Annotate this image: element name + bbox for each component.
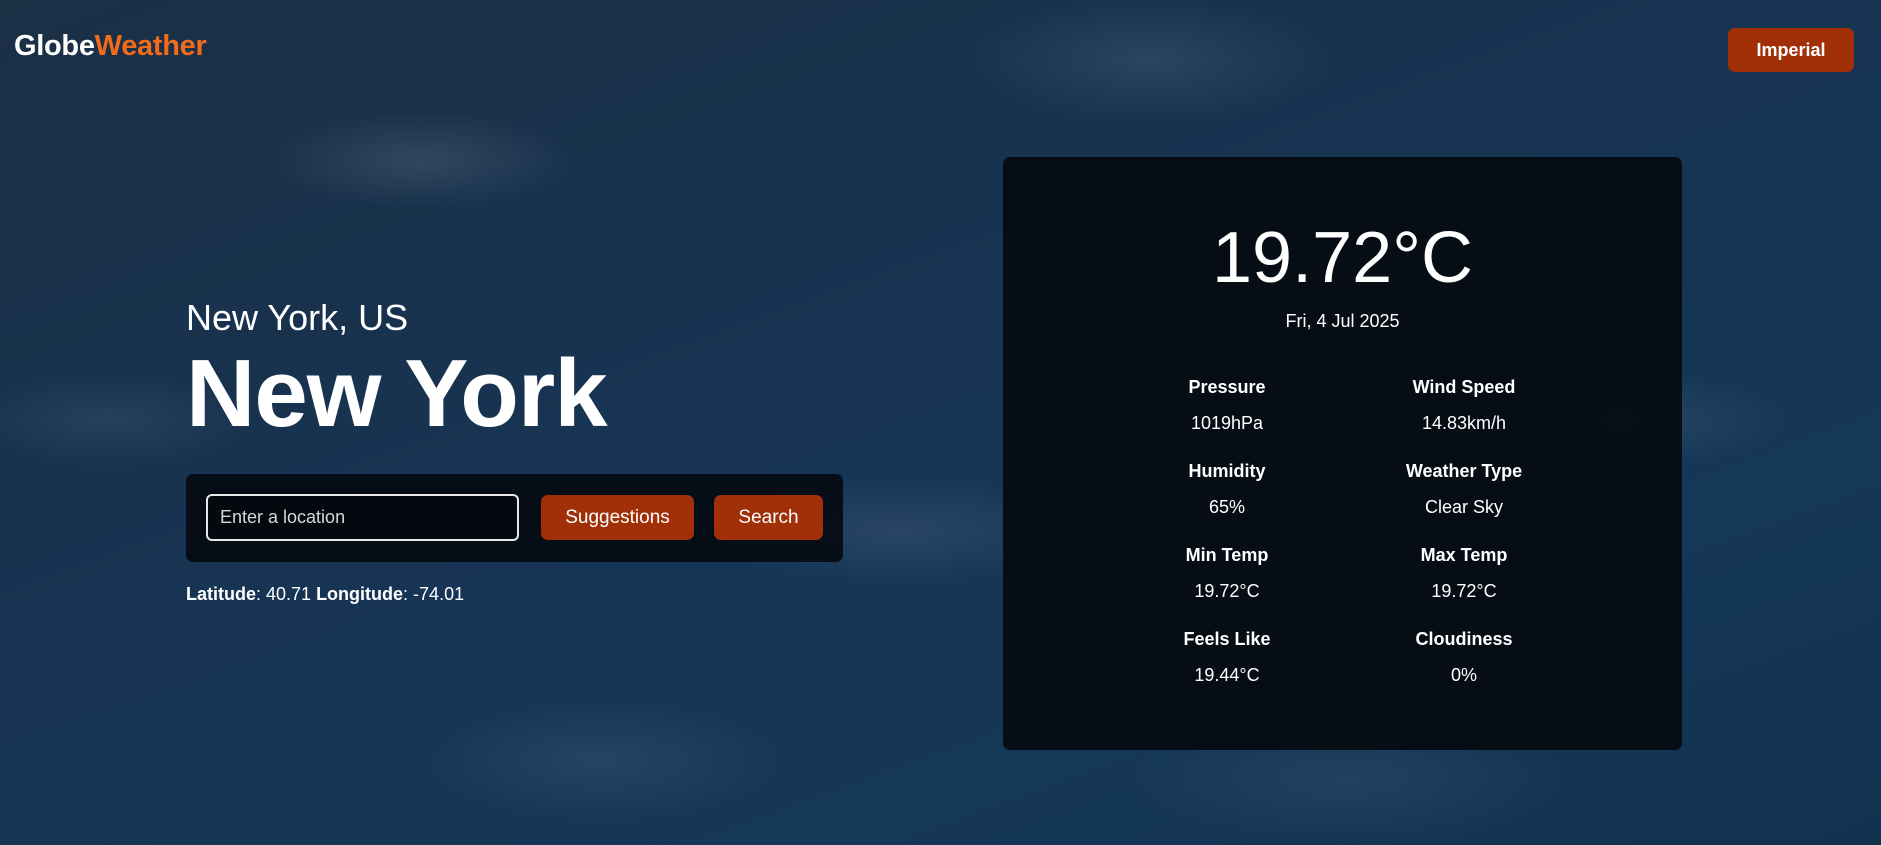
weather-date: Fri, 4 Jul 2025 [1285,311,1400,331]
suggestions-button[interactable]: Suggestions [541,495,694,540]
current-temperature: 19.72°C [1212,218,1473,298]
latitude-value: : 40.71 [256,584,312,604]
longitude-value: : -74.01 [403,584,465,604]
stat-label: Feels Like [1183,629,1271,649]
logo-text-weather: Weather [94,30,207,62]
stat-cloudiness: Cloudiness 0% [1354,628,1574,686]
location-subtitle: New York, US [186,297,409,338]
stat-wind-speed: Wind Speed 14.83km/h [1354,376,1574,434]
stat-value: Clear Sky [1424,497,1504,517]
stat-max-temp: Max Temp 19.72°C [1354,544,1574,602]
stat-label: Pressure [1188,377,1266,397]
longitude-label: Longitude [316,584,404,604]
logo-text-globe: Globe [14,30,95,62]
stat-value: 19.44°C [1194,665,1260,685]
units-toggle-button[interactable]: Imperial [1728,28,1854,72]
weather-card: 19.72°C Fri, 4 Jul 2025 Pressure 1019hPa… [1003,157,1682,750]
search-button[interactable]: Search [714,495,823,540]
city-title: New York [186,340,608,447]
stat-label: Wind Speed [1412,377,1516,397]
stat-value: 14.83km/h [1421,413,1507,433]
app-logo[interactable]: GlobeWeather [14,30,207,63]
stat-label: Cloudiness [1415,629,1513,649]
stat-value: 19.72°C [1431,581,1497,601]
stat-min-temp: Min Temp 19.72°C [1117,544,1337,602]
latitude-label: Latitude [186,584,256,604]
search-panel: Suggestions Search [186,474,843,562]
stat-value: 65% [1208,497,1246,517]
stat-value: 19.72°C [1194,581,1260,601]
location-heading: New York, US New York [186,292,608,447]
stat-label: Max Temp [1420,545,1508,565]
stat-humidity: Humidity 65% [1117,460,1337,518]
stat-weather-type: Weather Type Clear Sky [1354,460,1574,518]
stat-value: 1019hPa [1190,413,1264,433]
coordinates: Latitude: 40.71 Longitude: -74.01 [186,584,464,605]
stat-label: Humidity [1188,461,1266,481]
location-search-input[interactable] [206,494,519,541]
stat-feels-like: Feels Like 19.44°C [1117,628,1337,686]
stat-label: Min Temp [1185,545,1269,565]
stat-value: 0% [1450,665,1477,685]
stat-label: Weather Type [1405,461,1523,481]
stat-pressure: Pressure 1019hPa [1117,376,1337,434]
